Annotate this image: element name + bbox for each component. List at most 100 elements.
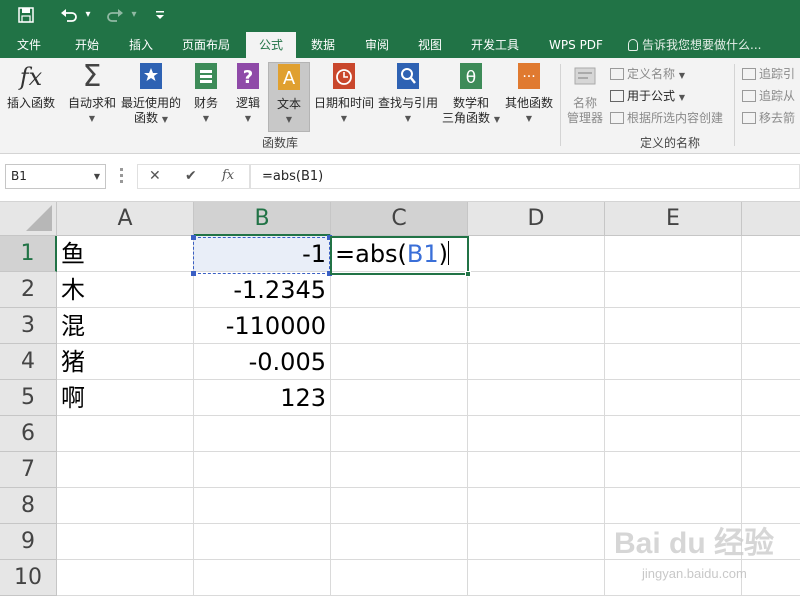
cell-c1-editing[interactable]: =abs(B1) [331,236,468,272]
grid-cell[interactable] [468,524,605,560]
cell-b3[interactable]: -110000 [194,308,331,344]
cell-b1[interactable]: -1 [194,236,331,272]
grid-cell[interactable] [468,344,605,380]
grid-cell[interactable] [468,272,605,308]
grid-cell[interactable] [468,308,605,344]
row-header-2[interactable]: 2 [0,272,57,308]
grid-cell[interactable] [468,236,605,272]
save-icon[interactable] [12,4,40,26]
grid-cell[interactable] [57,488,194,524]
grid-cell[interactable] [468,488,605,524]
undo-icon[interactable] [58,4,80,26]
formula-input[interactable]: =abs(B1) [250,164,800,189]
grid-cell[interactable] [331,560,468,596]
cell-b2[interactable]: -1.2345 [194,272,331,308]
cell-a4[interactable]: 猪 [57,344,194,380]
tab-file[interactable]: 文件 [4,32,54,58]
tab-review[interactable]: 审阅 [352,32,402,58]
lookup-reference-button[interactable]: 查找与引用 ▼ [376,62,440,126]
grid-cell[interactable] [331,488,468,524]
grid-cell[interactable] [605,416,742,452]
grid-cell[interactable] [57,452,194,488]
grid-cell[interactable] [468,416,605,452]
grid-cell[interactable] [331,272,468,308]
grid-cell[interactable] [331,380,468,416]
use-in-formula-button[interactable]: 用于公式 ▼ [610,88,685,106]
enter-check-icon[interactable]: ✔ [185,168,197,184]
grid-cell[interactable] [605,524,742,560]
grid-cell[interactable] [605,344,742,380]
row-header-1[interactable]: 1 [0,236,57,272]
grid-cell[interactable] [605,236,742,272]
undo-dropdown-icon[interactable]: ▾ [82,4,94,26]
formula-bar-grip[interactable] [120,168,123,184]
column-header-f[interactable] [742,202,800,236]
tab-page-layout[interactable]: 页面布局 [174,32,238,58]
text-functions-button[interactable]: A 文本 ▼ [268,62,310,132]
grid-cell[interactable] [194,524,331,560]
row-header-10[interactable]: 10 [0,560,57,596]
name-box[interactable]: B1 ▼ [5,164,106,189]
grid-cell[interactable] [742,380,800,416]
recently-used-button[interactable]: 最近使用的 函数 ▼ [120,62,182,127]
insert-function-icon[interactable]: fx [222,168,234,183]
cancel-icon[interactable]: ✕ [149,168,161,184]
row-header-6[interactable]: 6 [0,416,57,452]
column-header-e[interactable]: E [605,202,742,236]
tab-home[interactable]: 开始 [62,32,112,58]
grid-cell[interactable] [742,308,800,344]
grid-cell[interactable] [605,560,742,596]
math-trig-button[interactable]: θ 数学和 三角函数 ▼ [440,62,502,127]
cell-b5[interactable]: 123 [194,380,331,416]
cell-a5[interactable]: 啊 [57,380,194,416]
row-header-4[interactable]: 4 [0,344,57,380]
tab-formulas[interactable]: 公式 [246,32,296,58]
grid-cell[interactable] [605,452,742,488]
more-functions-button[interactable]: ··· 其他函数 ▼ [502,62,556,126]
grid-cell[interactable] [742,452,800,488]
grid-cell[interactable] [57,416,194,452]
grid-cell[interactable] [194,416,331,452]
autosum-button[interactable]: Σ 自动求和 ▼ [64,62,120,126]
grid-cell[interactable] [468,452,605,488]
cell-a3[interactable]: 混 [57,308,194,344]
select-all-button[interactable] [0,202,57,236]
grid-cell[interactable] [742,272,800,308]
tell-me-search[interactable]: 告诉我您想要做什么... [628,32,761,58]
tab-data[interactable]: 数据 [298,32,348,58]
grid-cell[interactable] [331,416,468,452]
grid-cell[interactable] [742,344,800,380]
grid-cell[interactable] [468,380,605,416]
chevron-down-icon[interactable]: ▼ [94,165,100,188]
row-header-5[interactable]: 5 [0,380,57,416]
column-header-d[interactable]: D [468,202,605,236]
grid-cell[interactable] [57,524,194,560]
grid-cell[interactable] [331,344,468,380]
column-header-b[interactable]: B [194,202,331,236]
grid-cell[interactable] [331,308,468,344]
column-header-a[interactable]: A [57,202,194,236]
tab-developer[interactable]: 开发工具 [462,32,528,58]
grid-cell[interactable] [605,488,742,524]
row-header-7[interactable]: 7 [0,452,57,488]
row-header-3[interactable]: 3 [0,308,57,344]
grid-cell[interactable] [57,560,194,596]
grid-cell[interactable] [331,452,468,488]
tab-wps-pdf[interactable]: WPS PDF [538,32,614,58]
grid-cell[interactable] [605,380,742,416]
grid-cell[interactable] [331,524,468,560]
customize-quick-access-icon[interactable] [150,4,170,26]
grid-cell[interactable] [742,524,800,560]
insert-function-button[interactable]: fx 插入函数 [2,62,60,111]
cell-a2[interactable]: 木 [57,272,194,308]
date-time-button[interactable]: 日期和时间 ▼ [312,62,376,126]
grid-cell[interactable] [742,488,800,524]
cell-a1[interactable]: 鱼 [57,236,194,272]
tab-view[interactable]: 视图 [405,32,455,58]
grid-cell[interactable] [742,236,800,272]
grid-cell[interactable] [742,416,800,452]
tab-insert[interactable]: 插入 [116,32,166,58]
grid-cell[interactable] [605,272,742,308]
cell-b4[interactable]: -0.005 [194,344,331,380]
grid-cell[interactable] [194,488,331,524]
